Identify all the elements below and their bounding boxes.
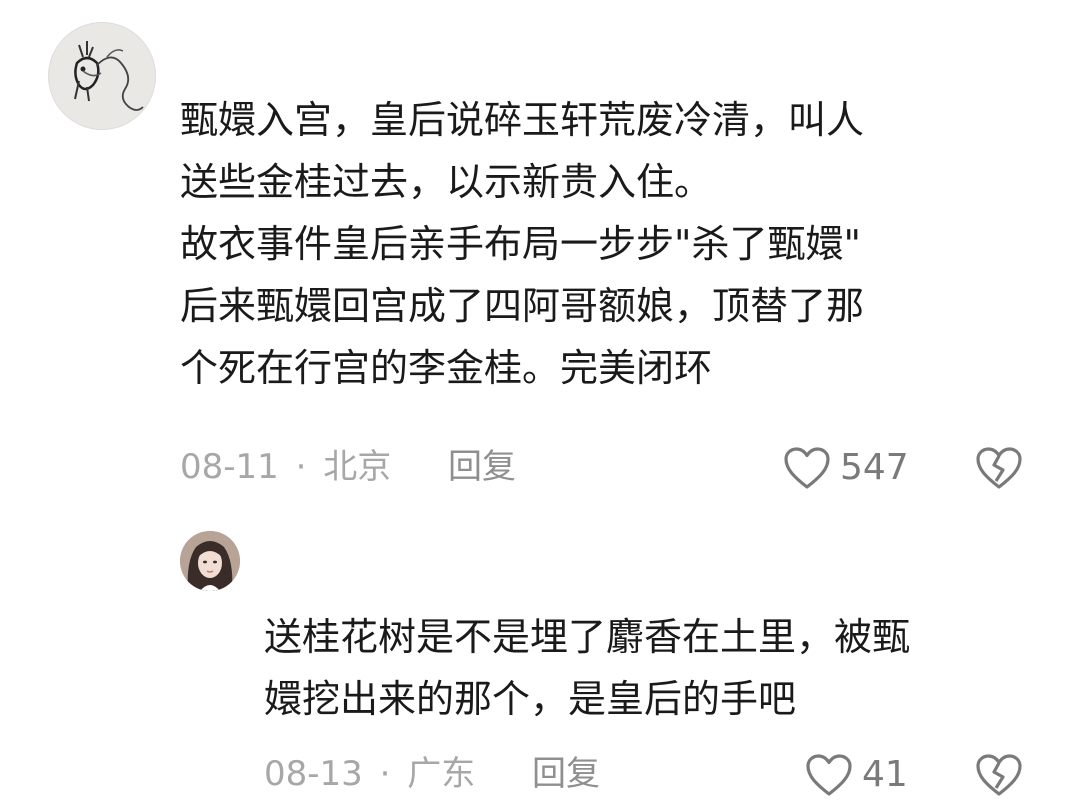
reply-button[interactable]: 回复 <box>532 754 600 794</box>
comment-text: 甄嬛入宫，皇后说碎玉轩荒废冷清，叫人 送些金桂过去，以示新贵入住。 故衣事件皇后… <box>180 89 1010 399</box>
heart-outline-icon <box>782 445 832 491</box>
heart-outline-icon <box>804 752 854 798</box>
like-count: 547 <box>840 447 909 488</box>
reply-line: 嬛挖出来的那个，是皇后的手吧 <box>264 677 797 721</box>
meta-separator: · <box>295 447 307 487</box>
like-button[interactable]: 41 <box>804 752 908 798</box>
avatar[interactable] <box>180 531 240 591</box>
comment-line: 个死在行宫的李金桂。完美闭环 <box>180 346 713 390</box>
comment-line: 甄嬛入宫，皇后说碎玉轩荒废冷清，叫人 <box>180 98 865 142</box>
comment-location: 北京 <box>323 447 392 487</box>
broken-heart-icon[interactable] <box>974 445 1024 491</box>
like-button[interactable]: 547 <box>782 445 909 491</box>
comment-line: 故衣事件皇后亲手布局一步步"杀了甄嬛" <box>180 222 861 266</box>
dragon-sketch-icon <box>74 41 144 111</box>
comment-line: 送些金桂过去，以示新贵入住。 <box>180 160 713 204</box>
comment-line: 后来甄嬛回宫成了四阿哥额娘，顶替了那 <box>180 284 865 328</box>
broken-heart-icon[interactable] <box>974 752 1024 798</box>
comment-date: 08-11 <box>180 447 279 487</box>
like-count: 41 <box>862 754 908 795</box>
reply-location: 广东 <box>407 754 476 794</box>
woman-portrait-icon <box>180 531 240 591</box>
meta-separator: · <box>379 754 391 794</box>
avatar[interactable] <box>48 22 156 130</box>
reply-button[interactable]: 回复 <box>448 447 516 487</box>
reply-date: 08-13 <box>264 754 363 794</box>
reply-line: 送桂花树是不是埋了麝香在土里，被甄 <box>264 615 911 659</box>
comment-meta: 08-11 · 北京 回复 <box>180 447 516 487</box>
reply-text: 送桂花树是不是埋了麝香在土里，被甄 嬛挖出来的那个，是皇后的手吧 <box>264 606 1054 730</box>
reply-meta: 08-13 · 广东 回复 <box>264 754 600 794</box>
comment-item: 甄嬛入宫，皇后说碎玉轩荒废冷清，叫人 送些金桂过去，以示新贵入住。 故衣事件皇后… <box>0 0 1080 500</box>
